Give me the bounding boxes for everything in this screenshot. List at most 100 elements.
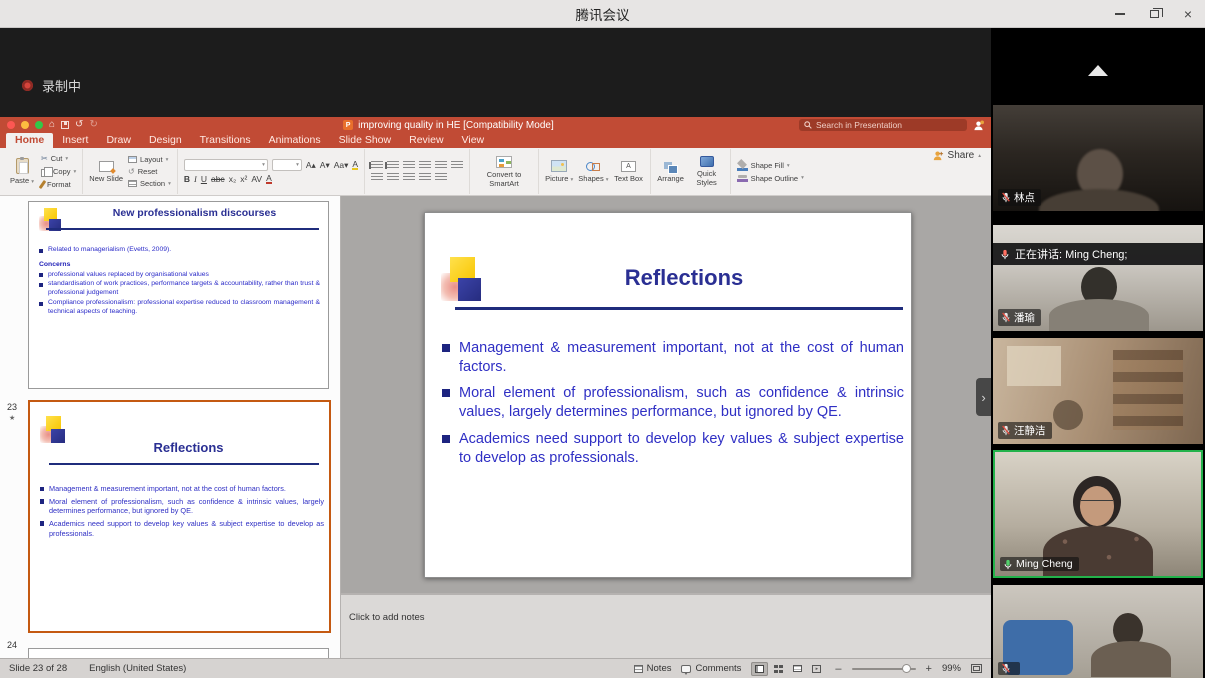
mac-close-button[interactable] xyxy=(7,121,15,129)
minimize-button[interactable] xyxy=(1103,0,1137,28)
align-left-icon[interactable] xyxy=(371,173,383,182)
tab-insert[interactable]: Insert xyxy=(53,133,97,148)
shapes-button[interactable]: Shapes ▾ xyxy=(578,160,608,183)
strikethrough-button[interactable]: abc xyxy=(211,175,225,184)
mac-zoom-button[interactable] xyxy=(35,121,43,129)
picture-button[interactable]: Picture ▾ xyxy=(545,160,573,183)
recording-label: 录制中 xyxy=(42,76,81,95)
save-icon[interactable] xyxy=(61,121,69,129)
zoom-in-button[interactable]: + xyxy=(926,663,932,675)
zoom-out-button[interactable]: – xyxy=(835,663,841,675)
underline-button[interactable]: U xyxy=(201,175,207,184)
reading-view-button[interactable] xyxy=(789,662,806,676)
fit-to-window-button[interactable] xyxy=(971,664,982,673)
align-right-icon[interactable] xyxy=(403,173,415,182)
format-painter-button[interactable]: Format xyxy=(41,180,76,189)
bold-button[interactable]: B xyxy=(184,175,190,184)
character-spacing-button[interactable]: AV xyxy=(251,175,262,184)
home-icon[interactable]: ⌂ xyxy=(49,120,55,130)
convert-smartart-button[interactable]: Convert to SmartArt xyxy=(476,156,532,188)
arrange-button[interactable]: Arrange xyxy=(657,161,685,183)
zoom-slider-thumb[interactable] xyxy=(902,664,911,673)
video-tile[interactable]: 汪静洁 xyxy=(993,338,1203,444)
tab-view[interactable]: View xyxy=(453,133,494,148)
font-size-combo[interactable]: ▾ xyxy=(272,159,302,171)
slideshow-view-button[interactable]: ▸ xyxy=(808,662,825,676)
notes-pane[interactable]: Click to add notes xyxy=(341,593,991,658)
layout-button[interactable]: Layout▾ xyxy=(128,155,171,164)
numbered-list-icon[interactable] xyxy=(387,161,399,170)
video-tile[interactable]: 潘瑜 xyxy=(993,225,1203,331)
tab-design[interactable]: Design xyxy=(140,133,191,148)
highlight-color-icon[interactable]: A xyxy=(352,160,358,171)
tab-transitions[interactable]: Transitions xyxy=(191,133,260,148)
zoom-slider[interactable] xyxy=(852,668,916,670)
panel-expand-button[interactable]: › xyxy=(976,378,991,416)
thumb23-bullet: Academics need support to develop key va… xyxy=(39,519,324,538)
change-case-icon[interactable]: Aa▾ xyxy=(334,161,349,170)
copy-button[interactable]: Copy▾ xyxy=(41,166,76,177)
notes-toggle-button[interactable]: Notes xyxy=(634,663,672,674)
tab-home[interactable]: Home xyxy=(6,133,53,148)
tab-draw[interactable]: Draw xyxy=(97,133,140,148)
share-button[interactable]: Share ▴ xyxy=(933,150,981,161)
video-tile[interactable]: 林点 xyxy=(993,105,1203,211)
mic-speaking-icon xyxy=(1003,559,1013,570)
search-input[interactable]: Search in Presentation xyxy=(799,119,967,131)
bullet-list-icon[interactable] xyxy=(371,161,383,170)
superscript-button[interactable]: x² xyxy=(240,175,247,184)
close-button[interactable]: × xyxy=(1171,0,1205,28)
justify-icon[interactable] xyxy=(419,173,431,182)
shape-fill-icon xyxy=(737,160,748,171)
mac-minimize-button[interactable] xyxy=(21,121,29,129)
quick-styles-button[interactable]: Quick Styles xyxy=(690,156,724,187)
account-icon[interactable] xyxy=(973,120,984,131)
thumbnail-slide-22[interactable]: New professionalism discourses Related t… xyxy=(28,201,329,389)
subscript-button[interactable]: x₂ xyxy=(229,175,237,184)
new-slide-button[interactable]: New Slide xyxy=(89,161,123,183)
font-color-button[interactable]: A xyxy=(266,174,272,185)
normal-view-button[interactable] xyxy=(751,662,768,676)
increase-indent-icon[interactable] xyxy=(419,161,431,170)
text-direction-icon[interactable] xyxy=(451,161,463,170)
thumbnail-slide-24[interactable] xyxy=(28,648,329,658)
font-name-combo[interactable]: ▾ xyxy=(184,159,268,171)
section-button[interactable]: Section▾ xyxy=(128,179,171,188)
line-spacing-icon[interactable] xyxy=(435,161,447,170)
undo-icon[interactable]: ↺ xyxy=(75,120,83,130)
divider xyxy=(46,228,319,230)
shape-outline-button[interactable]: Shape Outline▾ xyxy=(737,174,804,183)
video-tile-active-speaker[interactable]: Ming Cheng xyxy=(993,450,1203,578)
decrease-indent-icon[interactable] xyxy=(403,161,415,170)
paste-button[interactable]: Paste ▾ xyxy=(8,158,36,185)
status-bar: Slide 23 of 28 English (United States) N… xyxy=(0,658,991,678)
cut-button[interactable]: ✂Cut▾ xyxy=(41,154,76,163)
grow-font-icon[interactable]: A▴ xyxy=(306,161,316,170)
reset-button[interactable]: ↺Reset xyxy=(128,167,171,176)
comments-toggle-button[interactable]: Comments xyxy=(681,663,741,674)
slide-sorter-view-button[interactable] xyxy=(770,662,787,676)
zoom-level-label[interactable]: 99% xyxy=(942,663,961,674)
speaking-indicator-label: 正在讲话: Ming Cheng; xyxy=(1015,246,1127,262)
video-tile[interactable] xyxy=(993,585,1203,678)
restore-button[interactable] xyxy=(1137,0,1171,28)
speaking-indicator-banner: 正在讲话: Ming Cheng; xyxy=(993,243,1203,265)
tab-review[interactable]: Review xyxy=(400,133,452,148)
slide-canvas[interactable]: Reflections Management & measurement imp… xyxy=(424,212,912,578)
tab-slide-show[interactable]: Slide Show xyxy=(330,133,401,148)
chevron-down-icon: ▾ xyxy=(571,177,574,183)
tab-animations[interactable]: Animations xyxy=(260,133,330,148)
align-center-icon[interactable] xyxy=(387,173,399,182)
italic-button[interactable]: I xyxy=(194,175,197,184)
language-label[interactable]: English (United States) xyxy=(89,663,186,674)
shape-fill-button[interactable]: Shape Fill▾ xyxy=(737,160,804,171)
redo-icon[interactable]: ↻ xyxy=(89,120,97,130)
columns-icon[interactable] xyxy=(435,173,447,182)
new-slide-label: New Slide xyxy=(89,174,123,183)
shrink-font-icon[interactable]: A▾ xyxy=(320,161,330,170)
thumbnail-slide-23-selected[interactable]: Reflections Management & measurement imp… xyxy=(28,400,331,633)
search-placeholder: Search in Presentation xyxy=(816,120,902,130)
chevron-right-icon: › xyxy=(981,390,985,405)
collapse-panel-button[interactable] xyxy=(991,60,1205,80)
text-box-button[interactable]: Text Box xyxy=(614,161,644,183)
